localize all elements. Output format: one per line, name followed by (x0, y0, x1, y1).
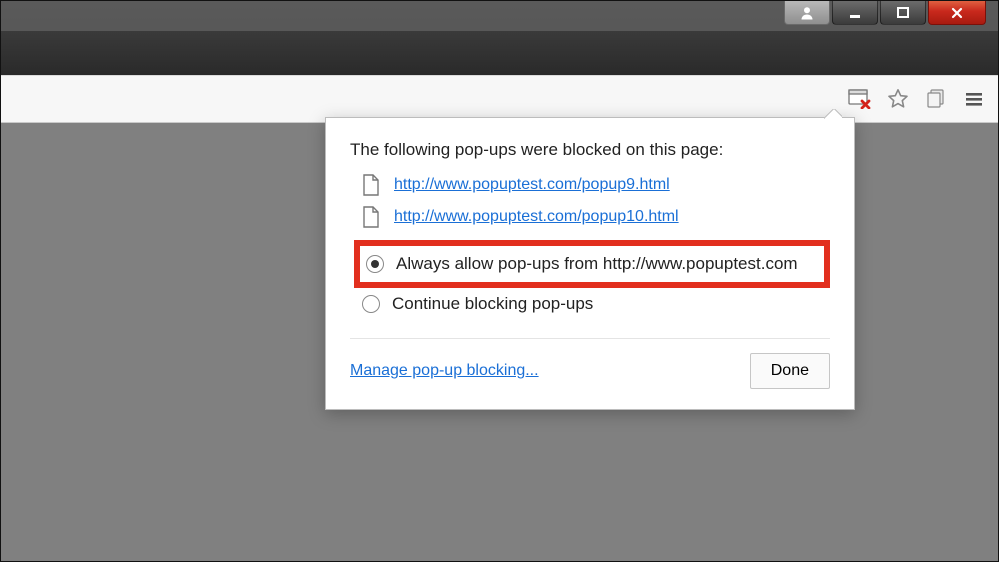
popup-action-radios: Always allow pop-ups from http://www.pop… (358, 240, 830, 320)
dialog-separator (350, 338, 830, 339)
manage-popup-blocking-link[interactable]: Manage pop-up blocking... (350, 362, 539, 380)
dialog-heading: The following pop-ups were blocked on th… (350, 140, 830, 160)
browser-toolbar (1, 75, 998, 123)
minimize-icon (848, 6, 862, 20)
stacked-pages-icon (925, 88, 947, 110)
menu-button[interactable] (958, 83, 990, 115)
window-frame: The following pop-ups were blocked on th… (0, 0, 999, 562)
hamburger-icon (963, 88, 985, 110)
maximize-button[interactable] (880, 1, 926, 25)
file-icon (362, 174, 380, 196)
user-icon (800, 6, 814, 20)
radio-indicator (362, 295, 380, 313)
popup-blocked-indicator[interactable] (844, 83, 876, 115)
popup-blocker-dialog: The following pop-ups were blocked on th… (325, 117, 855, 410)
tab-strip (1, 31, 998, 75)
dialog-arrow (824, 109, 842, 119)
user-switcher-button[interactable] (784, 1, 830, 25)
window-caption-buttons (784, 1, 986, 31)
bookmark-star-button[interactable] (882, 83, 914, 115)
blocked-popup-item: http://www.popuptest.com/popup9.html (362, 174, 830, 196)
extensions-button[interactable] (920, 83, 952, 115)
blocked-popup-link[interactable]: http://www.popuptest.com/popup9.html (394, 176, 670, 194)
blocked-popup-item: http://www.popuptest.com/popup10.html (362, 206, 830, 228)
maximize-icon (896, 6, 910, 20)
blocked-popups-list: http://www.popuptest.com/popup9.html htt… (362, 174, 830, 228)
radio-always-allow[interactable]: Always allow pop-ups from http://www.pop… (362, 248, 818, 280)
instruction-highlight: Always allow pop-ups from http://www.pop… (354, 240, 830, 288)
star-icon (886, 87, 910, 111)
popup-blocked-icon (848, 89, 872, 109)
radio-continue-blocking[interactable]: Continue blocking pop-ups (358, 288, 830, 320)
done-button[interactable]: Done (750, 353, 830, 389)
blocked-popup-link[interactable]: http://www.popuptest.com/popup10.html (394, 208, 679, 226)
close-icon (950, 6, 964, 20)
minimize-button[interactable] (832, 1, 878, 25)
close-button[interactable] (928, 1, 986, 25)
file-icon (362, 206, 380, 228)
radio-label: Always allow pop-ups from http://www.pop… (396, 254, 798, 274)
radio-indicator (366, 255, 384, 273)
dialog-footer: Manage pop-up blocking... Done (350, 353, 830, 389)
radio-label: Continue blocking pop-ups (392, 294, 593, 314)
